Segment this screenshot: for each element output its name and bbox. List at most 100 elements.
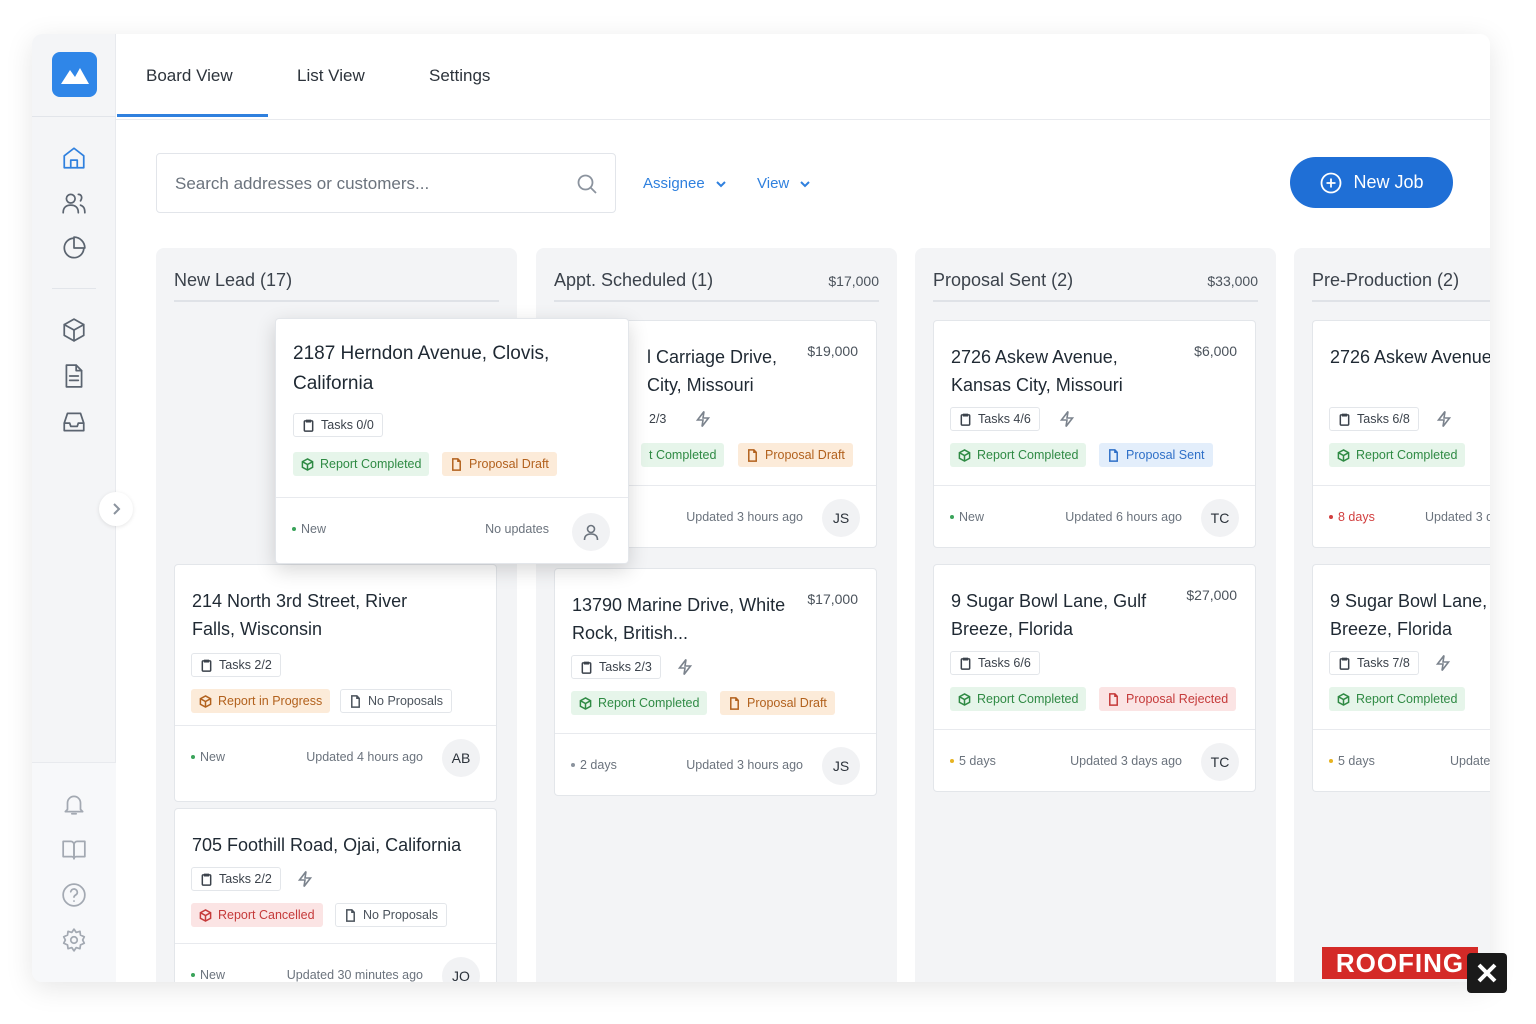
- card-updated: Updated 6 hours ago: [1065, 510, 1182, 524]
- tasks-chip: Tasks 6/8: [1329, 407, 1419, 431]
- cube-icon: [958, 692, 971, 706]
- tab-list-view[interactable]: List View: [297, 66, 365, 86]
- file-icon: [730, 696, 739, 710]
- proposal-label: Proposal Draft: [765, 448, 845, 462]
- book-icon[interactable]: [59, 834, 89, 864]
- status-dot: [571, 763, 575, 767]
- box-icon[interactable]: [59, 315, 89, 345]
- status-dot: [950, 759, 954, 763]
- card-address: 214 North 3rd Street, River Falls, Wisco…: [192, 591, 408, 639]
- clipboard-icon: [581, 661, 592, 674]
- card-footer: New Updated 4 hours ago AB: [175, 725, 496, 789]
- file-icon: [748, 448, 757, 462]
- search-input[interactable]: Search addresses or customers...: [156, 153, 616, 213]
- job-card[interactable]: 13790 Marine Drive, White Rock, British.…: [554, 568, 877, 796]
- new-job-button[interactable]: New Job: [1290, 157, 1453, 208]
- avatar[interactable]: JS: [822, 499, 860, 537]
- document-icon[interactable]: [59, 361, 89, 391]
- card-footer: 2 days Updated 3 hours ago JS: [555, 733, 876, 795]
- proposal-status-chip: Proposal Draft: [738, 443, 853, 467]
- card-address: l Carriage Drive, City, Missouri: [647, 347, 778, 395]
- proposal-label: Proposal Draft: [747, 696, 827, 710]
- card-footer: New Updated 6 hours ago TC: [934, 485, 1255, 547]
- report-label: Report Completed: [1356, 448, 1458, 462]
- report-status-chip: Report Completed: [1329, 443, 1466, 467]
- bell-icon[interactable]: [59, 789, 89, 819]
- job-card[interactable]: 2726 Askew Avenue, Kansas City, Missou T…: [1312, 320, 1490, 548]
- assignee-dropdown[interactable]: Assignee: [643, 175, 727, 192]
- avatar[interactable]: AB: [442, 739, 480, 777]
- tasks-chip: Tasks 7/8: [1329, 651, 1419, 675]
- dragged-job-card[interactable]: 2187 Herndon Avenue, Clovis, California …: [275, 318, 629, 564]
- job-card[interactable]: 705 Foothill Road, Ojai, California Task…: [174, 808, 497, 982]
- tasks-chip: Tasks 4/6: [950, 407, 1040, 431]
- card-status: New: [292, 522, 326, 536]
- card-updated: Update: [1450, 754, 1490, 768]
- clipboard-icon: [960, 413, 971, 426]
- settings-gear-icon[interactable]: [59, 925, 89, 955]
- automation-bolt-icon[interactable]: [694, 410, 712, 428]
- pie-chart-icon[interactable]: [59, 233, 89, 263]
- avatar[interactable]: TC: [1201, 743, 1239, 781]
- clipboard-icon: [201, 659, 212, 672]
- automation-bolt-icon[interactable]: [1435, 410, 1453, 428]
- job-card[interactable]: 9 Sugar Bowl Lane, Gulf Breeze, Florida …: [933, 564, 1256, 792]
- unassigned-avatar[interactable]: [572, 513, 610, 551]
- avatar[interactable]: JS: [822, 747, 860, 785]
- proposal-status-chip: Proposal Draft: [442, 452, 557, 476]
- column-total: $17,000: [828, 273, 879, 289]
- card-address: 2187 Herndon Avenue, Clovis, California: [293, 343, 550, 394]
- report-label: Report Completed: [1356, 692, 1458, 706]
- file-icon: [1109, 692, 1118, 706]
- sidebar-expand-button[interactable]: [99, 492, 133, 526]
- card-footer: New Updated 30 minutes ago JO: [175, 943, 496, 982]
- proposal-label: Proposal Rejected: [1126, 692, 1229, 706]
- tab-board-view[interactable]: Board View: [146, 66, 233, 86]
- card-address: 9 Sugar Bowl Lane, Breeze, Florida: [1330, 591, 1488, 639]
- card-footer: 5 days Update: [1313, 729, 1490, 791]
- status-dot: [950, 515, 954, 519]
- proposal-status-chip: Proposal Sent: [1099, 443, 1213, 467]
- view-dropdown[interactable]: View: [757, 175, 811, 192]
- tasks-label: 2/3: [649, 412, 667, 426]
- report-status-chip: Report Completed: [950, 687, 1087, 711]
- job-card[interactable]: 2726 Askew Avenue, Kansas City, Missouri…: [933, 320, 1256, 548]
- app-logo[interactable]: [52, 52, 97, 97]
- report-status-chip: Report Cancelled: [191, 903, 323, 927]
- proposal-status-chip: Proposal Rejected: [1099, 687, 1237, 711]
- home-icon[interactable]: [59, 143, 89, 173]
- chevron-down-icon: [716, 180, 726, 187]
- tab-settings[interactable]: Settings: [429, 66, 490, 86]
- status-label: New: [301, 522, 327, 536]
- avatar[interactable]: JO: [442, 957, 480, 982]
- clipboard-icon: [303, 419, 314, 432]
- users-icon[interactable]: [59, 188, 89, 218]
- tasks-chip: 2/3: [641, 407, 675, 431]
- card-status: 5 days: [1329, 754, 1375, 768]
- tasks-chip: Tasks 6/6: [950, 651, 1040, 675]
- inbox-icon[interactable]: [59, 407, 89, 437]
- automation-bolt-icon[interactable]: [676, 658, 694, 676]
- job-card[interactable]: 9 Sugar Bowl Lane, Breeze, Florida Tasks…: [1312, 564, 1490, 792]
- automation-bolt-icon[interactable]: [1434, 654, 1452, 672]
- sidebar-divider: [32, 116, 116, 117]
- cube-icon: [958, 448, 971, 462]
- automation-bolt-icon[interactable]: [296, 870, 314, 888]
- clipboard-icon: [1339, 657, 1350, 670]
- view-label: View: [757, 175, 790, 192]
- column-title: Appt. Scheduled (1): [554, 270, 714, 290]
- avatar[interactable]: TC: [1201, 499, 1239, 537]
- search-placeholder: Search addresses or customers...: [175, 174, 430, 193]
- search-icon[interactable]: [575, 172, 599, 196]
- automation-bolt-icon[interactable]: [1058, 410, 1076, 428]
- job-card[interactable]: 214 North 3rd Street, River Falls, Wisco…: [174, 564, 497, 802]
- report-status-chip: Report Completed: [950, 443, 1087, 467]
- card-footer: New No updates: [276, 497, 628, 565]
- status-label: New: [200, 968, 226, 982]
- report-status-chip: Report Completed: [571, 691, 708, 715]
- help-icon[interactable]: [59, 880, 89, 910]
- card-updated: Updated 3 days ago: [1070, 754, 1182, 768]
- status-label: 2 days: [580, 758, 617, 772]
- card-status: 2 days: [571, 758, 617, 772]
- proposal-status-chip: Proposal Draft: [720, 691, 835, 715]
